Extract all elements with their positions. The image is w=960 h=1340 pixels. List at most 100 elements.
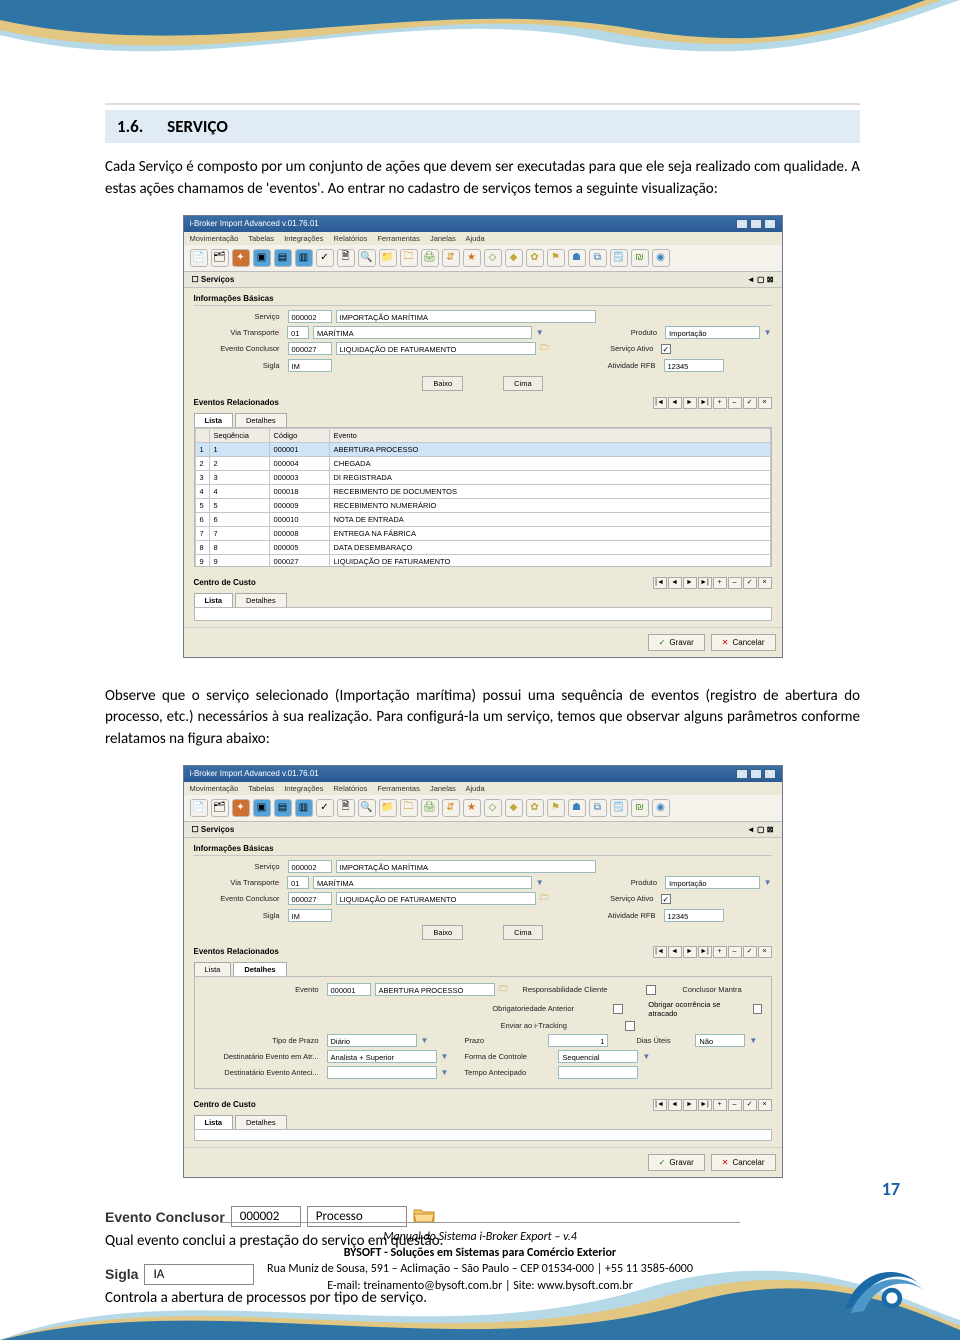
table-row[interactable]: 88000005DATA DESEMBARAÇO bbox=[195, 540, 770, 554]
via-code[interactable]: 01 bbox=[287, 326, 309, 339]
toolbar-btn[interactable]: 🗀 bbox=[400, 249, 418, 267]
menu-integracoes[interactable]: Integrações bbox=[284, 234, 323, 243]
atividade-val[interactable]: 12345 bbox=[664, 359, 724, 372]
tab-detalhes[interactable]: Detalhes bbox=[235, 413, 287, 427]
toolbar-btn[interactable]: ▤ bbox=[274, 249, 292, 267]
app-menubar-2[interactable]: Movimentação Tabelas Integrações Relatór… bbox=[184, 782, 782, 795]
sigla-val[interactable]: IM bbox=[288, 359, 332, 372]
menu-movimentacao[interactable]: Movimentação bbox=[190, 234, 239, 243]
toolbar-btn[interactable]: ✦ bbox=[232, 249, 250, 267]
menu-relatorios[interactable]: Relatórios bbox=[333, 234, 367, 243]
close-icon[interactable]: × bbox=[764, 219, 776, 229]
col-codigo[interactable]: Código bbox=[269, 428, 329, 442]
btn-gravar-2[interactable]: ✓Gravar bbox=[648, 1154, 705, 1171]
app-toolbar-2: 📄🗂 ✦ ▣ ▤ ▥ ✓🗎 🔍 📁 🗀 🖨 ⇵ ★ ◇ ◆ ✿ ⚑ ☗ ⧉ 🗒 … bbox=[184, 795, 782, 822]
maximize-icon[interactable]: □ bbox=[750, 769, 762, 779]
toolbar-btn[interactable]: ⇵ bbox=[442, 249, 460, 267]
toolbar-btn[interactable]: 🗒 bbox=[610, 249, 628, 267]
table-row[interactable]: 66000010NOTA DE ENTRADA bbox=[195, 512, 770, 526]
table-row[interactable]: 55000009RECEBIMENTO NUMERÁRIO bbox=[195, 498, 770, 512]
window-titlebar-2: i-Broker Import Advanced v.01.76.01 – □ … bbox=[184, 766, 782, 782]
toolbar-btn[interactable]: 🔍 bbox=[358, 249, 376, 267]
folder-icon[interactable]: 🗁 bbox=[499, 983, 509, 997]
bysoft-logo-icon bbox=[835, 1253, 930, 1328]
dropdown-icon[interactable]: ▼ bbox=[764, 328, 772, 337]
btn-cancelar-2[interactable]: ✕Cancelar bbox=[711, 1154, 776, 1171]
table-row[interactable]: 33000003DI REGISTRADA bbox=[195, 470, 770, 484]
minimize-icon[interactable]: – bbox=[736, 219, 748, 229]
tab-cc-detalhes[interactable]: Detalhes bbox=[235, 593, 287, 607]
toolbar-btn[interactable]: ▣ bbox=[253, 249, 271, 267]
table-row[interactable]: 99000027LIQUIDAÇÃO DE FATURAMENTO bbox=[195, 554, 770, 567]
footer-line4: E-mail: treinamento@bysoft.com.br | Site… bbox=[0, 1278, 960, 1294]
subheader-winctl[interactable]: ◄ ▢ ⊠ bbox=[747, 275, 774, 284]
section-heading: 1.6. SERVIÇO bbox=[105, 110, 860, 143]
evconc-desc[interactable]: LIQUIDAÇÃO DE FATURAMENTO bbox=[336, 342, 536, 355]
toolbar-btn[interactable]: 📄 bbox=[190, 249, 208, 267]
page-number: 17 bbox=[882, 1178, 900, 1200]
toolbar-btn[interactable]: 🗂 bbox=[211, 249, 229, 267]
window-controls-2: – □ × bbox=[736, 769, 776, 779]
via-desc[interactable]: MARÍTIMA bbox=[313, 326, 532, 339]
menu-tabelas[interactable]: Tabelas bbox=[248, 234, 274, 243]
footer-line1: Manual do Sistema i-Broker Export – v.4 bbox=[0, 1229, 960, 1245]
folder-icon[interactable]: 🗁 bbox=[540, 342, 550, 356]
close-icon[interactable]: × bbox=[764, 769, 776, 779]
tab-lista[interactable]: Lista bbox=[194, 413, 234, 427]
toolbar-btn[interactable]: ₪ bbox=[631, 249, 649, 267]
dropdown-icon[interactable]: ▼ bbox=[536, 328, 544, 337]
page-header-swoosh bbox=[0, 0, 960, 110]
menu-janelas[interactable]: Janelas bbox=[430, 234, 456, 243]
intro-paragraph-1: Cada Serviço é composto por um conjunto … bbox=[105, 157, 860, 201]
centro-heading: Centro de Custo bbox=[194, 578, 256, 587]
dropdown-icon[interactable]: ▼ bbox=[764, 878, 772, 887]
toolbar-btn[interactable]: ⚑ bbox=[547, 249, 565, 267]
col-evento[interactable]: Evento bbox=[329, 428, 770, 442]
toolbar-btn[interactable]: ✓ bbox=[316, 249, 334, 267]
evconc-code[interactable]: 000027 bbox=[288, 342, 332, 355]
app-menubar[interactable]: Movimentação Tabelas Integrações Relatór… bbox=[184, 232, 782, 245]
table-row[interactable]: 77000008ENTREGA NA FÁBRICA bbox=[195, 526, 770, 540]
toolbar-btn[interactable]: 🖨 bbox=[421, 249, 439, 267]
toolbar-btn[interactable]: ★ bbox=[463, 249, 481, 267]
events-grid[interactable]: Seqüência Código Evento 11000001ABERTURA… bbox=[194, 427, 772, 567]
btn-baixo[interactable]: Baixo bbox=[422, 376, 463, 391]
toolbar-btn[interactable]: ☗ bbox=[568, 249, 586, 267]
btn-gravar[interactable]: ✓Gravar bbox=[648, 634, 705, 651]
panel-heading-2: Informações Básicas bbox=[194, 844, 772, 856]
window-title: i-Broker Import Advanced v.01.76.01 bbox=[190, 219, 319, 228]
servico-desc[interactable]: IMPORTAÇÃO MARÍTIMA bbox=[336, 310, 596, 323]
toolbar-btn[interactable]: ✿ bbox=[526, 249, 544, 267]
tab-cc-lista[interactable]: Lista bbox=[194, 593, 234, 607]
record-nav-cc[interactable]: |◄◄►►|+–✓× bbox=[653, 577, 772, 589]
toolbar-btn[interactable]: ▥ bbox=[295, 249, 313, 267]
panel-heading: Informações Básicas bbox=[194, 294, 772, 306]
checkbox-ativo[interactable]: ✓ bbox=[661, 344, 671, 354]
table-row[interactable]: 11000001ABERTURA PROCESSO bbox=[195, 442, 770, 456]
section-title: SERVIÇO bbox=[167, 116, 228, 137]
menu-ferramentas[interactable]: Ferramentas bbox=[377, 234, 420, 243]
footer-line2: BYSOFT - Soluções em Sistemas para Comér… bbox=[0, 1245, 960, 1261]
produto-val[interactable]: Importação bbox=[665, 326, 760, 339]
table-row[interactable]: 44000018RECEBIMENTO DE DOCUMENTOS bbox=[195, 484, 770, 498]
toolbar-btn[interactable]: ◉ bbox=[652, 249, 670, 267]
toolbar-btn[interactable]: ⧉ bbox=[589, 249, 607, 267]
minimize-icon[interactable]: – bbox=[736, 769, 748, 779]
table-row[interactable]: 22000004CHEGADA bbox=[195, 456, 770, 470]
dropdown-icon[interactable]: ▼ bbox=[536, 878, 544, 887]
record-nav[interactable]: |◄◄►►|+–✓× bbox=[653, 397, 772, 409]
tabs-eventos: Lista Detalhes bbox=[194, 413, 772, 427]
menu-ajuda[interactable]: Ajuda bbox=[465, 234, 484, 243]
section-number: 1.6. bbox=[117, 116, 143, 137]
toolbar-btn[interactable]: ◇ bbox=[484, 249, 502, 267]
btn-cancelar[interactable]: ✕Cancelar bbox=[711, 634, 776, 651]
col-sequencia[interactable]: Seqüência bbox=[209, 428, 269, 442]
toolbar-btn[interactable]: 🗎 bbox=[337, 249, 355, 267]
btn-cima[interactable]: Cima bbox=[503, 376, 543, 391]
toolbar-btn[interactable]: 📁 bbox=[379, 249, 397, 267]
document-footer: Manual do Sistema i-Broker Export – v.4 … bbox=[0, 1222, 960, 1294]
folder-icon[interactable]: 🗁 bbox=[540, 892, 550, 906]
servico-code[interactable]: 000002 bbox=[288, 310, 332, 323]
toolbar-btn[interactable]: ◆ bbox=[505, 249, 523, 267]
maximize-icon[interactable]: □ bbox=[750, 219, 762, 229]
